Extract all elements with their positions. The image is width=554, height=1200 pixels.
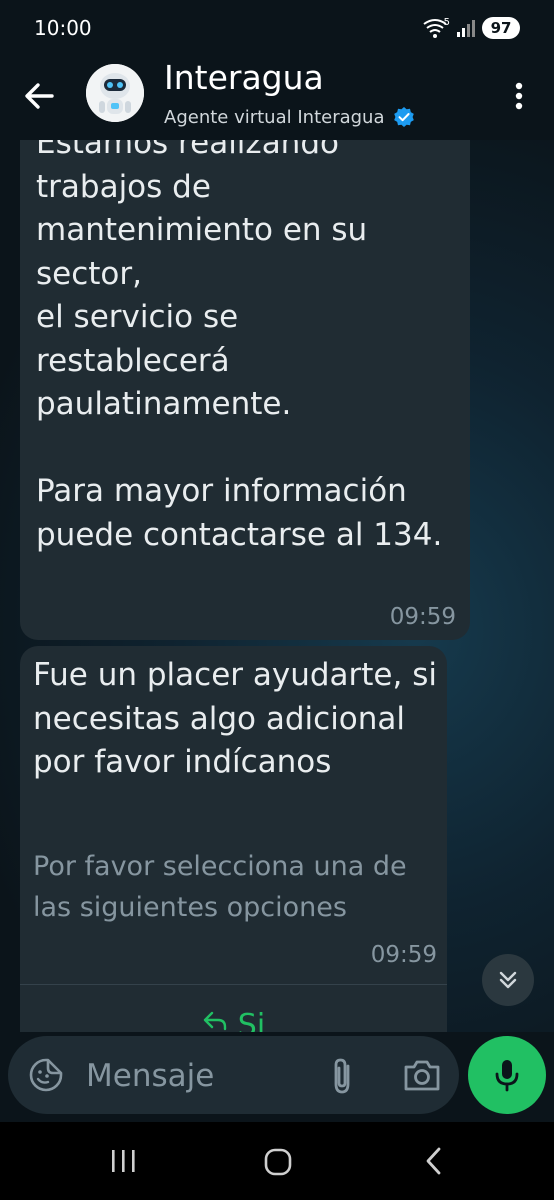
camera-button[interactable] — [402, 1057, 442, 1093]
message-bubble[interactable]: Fue un placer ayudarte, si necesitas alg… — [20, 646, 447, 1032]
more-vert-icon — [515, 82, 523, 110]
home-button[interactable] — [262, 1146, 294, 1178]
recents-button[interactable] — [106, 1146, 140, 1176]
attach-button[interactable] — [326, 1056, 360, 1096]
chevron-double-down-icon — [499, 971, 517, 989]
camera-icon — [404, 1060, 440, 1091]
system-navigation-bar — [0, 1122, 554, 1200]
sticker-button[interactable] — [28, 1057, 64, 1093]
more-options-button[interactable] — [504, 76, 534, 116]
robot-avatar-icon — [86, 64, 144, 122]
chevron-left-icon — [426, 1147, 441, 1175]
microphone-icon — [495, 1060, 519, 1092]
recents-icon — [112, 1150, 135, 1172]
contact-avatar[interactable] — [86, 64, 144, 122]
contact-name[interactable]: Interagua — [164, 58, 324, 97]
message-time: 09:59 — [370, 942, 437, 968]
message-bubble[interactable]: Estamos realizando trabajos de mantenimi… — [20, 140, 470, 640]
arrow-back-icon — [25, 83, 54, 109]
network-type-label: 5 — [443, 16, 450, 28]
message-text: Fue un placer ayudarte, si necesitas alg… — [33, 657, 437, 780]
system-back-button[interactable] — [420, 1144, 448, 1178]
status-icons: 5 97 — [422, 17, 520, 39]
chat-header: Interagua Agente virtual Interagua — [0, 58, 554, 140]
message-input[interactable] — [86, 1056, 306, 1096]
quick-reply-button-si[interactable]: Si — [20, 986, 447, 1032]
message-text: Estamos realizando trabajos de mantenimi… — [36, 140, 443, 553]
status-bar: 10:00 5 97 — [0, 0, 554, 58]
message-composer — [8, 1036, 459, 1114]
contact-subtitle[interactable]: Agente virtual Interagua — [164, 106, 415, 128]
status-time: 10:00 — [34, 16, 92, 40]
chat-area[interactable]: Estamos realizando trabajos de mantenimi… — [0, 140, 554, 1032]
home-icon — [264, 1148, 292, 1176]
message-footer-text: Por favor selecciona una de las siguient… — [33, 851, 407, 923]
divider — [20, 984, 447, 985]
battery-indicator: 97 — [482, 17, 520, 39]
reply-icon — [203, 1011, 226, 1031]
voice-message-button[interactable] — [468, 1036, 546, 1114]
message-time: 09:59 — [389, 604, 456, 630]
sticker-icon — [29, 1058, 63, 1092]
scroll-to-bottom-button[interactable] — [482, 954, 534, 1006]
quick-reply-label: Si — [237, 1008, 266, 1032]
signal-icon — [457, 20, 475, 37]
paperclip-icon — [334, 1058, 350, 1094]
contact-subtitle-text: Agente virtual Interagua — [164, 106, 385, 128]
back-button[interactable] — [18, 74, 62, 118]
verified-badge-icon — [393, 107, 414, 127]
